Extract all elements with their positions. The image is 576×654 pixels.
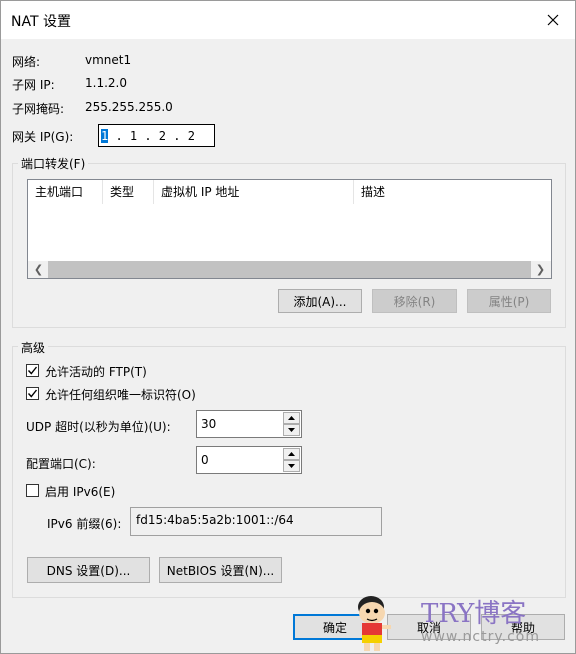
column-host-port[interactable]: 主机端口: [28, 180, 103, 204]
port-forwarding-legend: 端口转发(F): [18, 155, 89, 172]
help-button[interactable]: 帮助: [481, 614, 565, 640]
subnet-ip-label: 子网 IP:: [12, 78, 55, 92]
udp-timeout-value[interactable]: 30: [201, 417, 216, 431]
enable-ipv6-label[interactable]: 启用 IPv6(E): [45, 483, 115, 500]
close-button[interactable]: [531, 1, 575, 39]
scroll-right-icon[interactable]: ❯: [532, 261, 549, 278]
gateway-ip-input[interactable]: 1 . 1 . 2 . 2: [98, 124, 215, 147]
allow-ftp-checkbox[interactable]: [26, 364, 39, 377]
arrow-up-icon: [288, 452, 295, 456]
gateway-ip-label: 网关 IP(G):: [12, 130, 74, 144]
udp-timeout-label: UDP 超时(以秒为单位)(U):: [26, 420, 171, 434]
ok-button[interactable]: 确定: [293, 614, 377, 640]
allow-org-id-checkbox[interactable]: [26, 387, 39, 400]
dns-settings-button[interactable]: DNS 设置(D)...: [27, 557, 150, 583]
subnet-ip-value: 1.1.2.0: [85, 76, 127, 90]
network-label: 网络:: [12, 55, 41, 69]
column-vm-ip[interactable]: 虚拟机 IP 地址: [154, 180, 354, 204]
subnet-mask-label: 子网掩码:: [12, 102, 65, 116]
checkmark-icon: [27, 389, 38, 398]
list-header: 主机端口 类型 虚拟机 IP 地址 描述: [28, 180, 551, 204]
window-title: NAT 设置: [11, 14, 71, 30]
ipv6-prefix-label: IPv6 前缀(6):: [47, 517, 122, 531]
gateway-ip-rest: . 1 . 2 . 2: [108, 128, 195, 143]
netbios-settings-button[interactable]: NetBIOS 设置(N)...: [159, 557, 282, 583]
config-port-label: 配置端口(C):: [26, 457, 96, 471]
config-port-value[interactable]: 0: [201, 453, 209, 467]
gateway-ip-selected-octet: 1: [101, 128, 109, 143]
nat-settings-dialog: NAT 设置 网络: vmnet1 子网 IP: 1.1.2.0 子网掩码: 2…: [0, 0, 576, 654]
config-port-spinner[interactable]: 0: [196, 446, 302, 474]
subnet-mask-value: 255.255.255.0: [85, 100, 173, 114]
remove-button[interactable]: 移除(R): [372, 289, 457, 313]
allow-ftp-label[interactable]: 允许活动的 FTP(T): [45, 363, 147, 380]
spin-down-button[interactable]: [283, 460, 300, 472]
arrow-up-icon: [288, 416, 295, 420]
advanced-legend: 高级: [18, 339, 49, 356]
title-bar: NAT 设置: [1, 1, 575, 39]
scroll-left-icon[interactable]: ❮: [30, 261, 47, 278]
column-description[interactable]: 描述: [354, 180, 551, 204]
scrollbar-thumb[interactable]: [48, 261, 531, 278]
horizontal-scrollbar[interactable]: ❮ ❯: [28, 261, 551, 278]
column-type[interactable]: 类型: [103, 180, 154, 204]
cancel-button[interactable]: 取消: [387, 614, 471, 640]
arrow-down-icon: [288, 428, 295, 432]
close-icon: [547, 14, 559, 26]
arrow-down-icon: [288, 464, 295, 468]
allow-org-id-label[interactable]: 允许任何组织唯一标识符(O): [45, 386, 196, 403]
port-forwarding-list[interactable]: 主机端口 类型 虚拟机 IP 地址 描述 ❮ ❯: [27, 179, 552, 279]
network-value: vmnet1: [85, 53, 132, 67]
enable-ipv6-checkbox[interactable]: [26, 484, 39, 497]
spin-down-button[interactable]: [283, 424, 300, 436]
udp-timeout-spinner[interactable]: 30: [196, 410, 302, 438]
properties-button[interactable]: 属性(P): [467, 289, 551, 313]
spin-up-button[interactable]: [283, 412, 300, 424]
add-button[interactable]: 添加(A)...: [278, 289, 362, 313]
ipv6-prefix-field[interactable]: fd15:4ba5:5a2b:1001::/64: [130, 507, 382, 536]
checkmark-icon: [27, 366, 38, 375]
spin-up-button[interactable]: [283, 448, 300, 460]
